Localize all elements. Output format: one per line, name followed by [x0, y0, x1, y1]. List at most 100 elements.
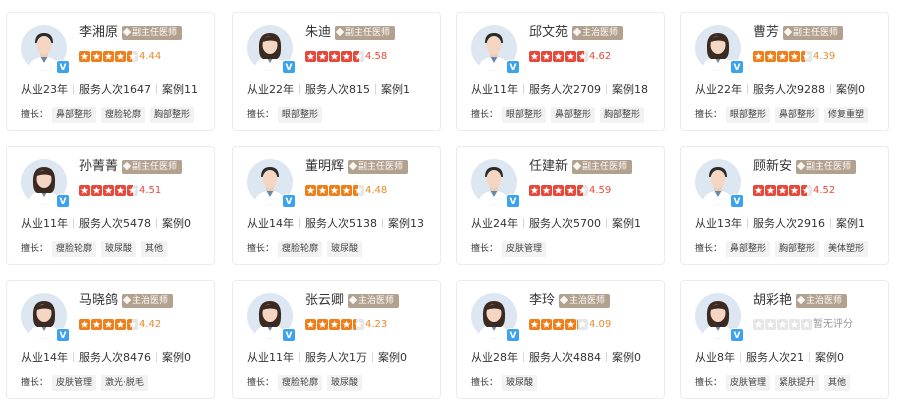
specialty-tag[interactable]: 胸部整形 — [775, 241, 820, 257]
doctor-name[interactable]: 邱文苑 — [529, 25, 568, 41]
case-count[interactable]: 案例18 — [612, 83, 648, 96]
divider — [606, 352, 607, 362]
case-count[interactable]: 案例1 — [381, 83, 410, 96]
star-icon — [801, 319, 812, 330]
star-icon — [91, 51, 102, 62]
doctor-avatar[interactable]: V — [471, 25, 520, 74]
case-count[interactable]: 案例1 — [836, 217, 865, 230]
specialty-tag[interactable]: 修复重塑 — [824, 107, 869, 123]
case-count[interactable]: 案例0 — [836, 83, 865, 96]
specialty-tag[interactable]: 胸部整形 — [600, 107, 645, 123]
doctor-card[interactable]: V 李玲 主治医师 4.09 从业28年 服务人次4884 案例0 擅长： 玻尿酸 — [456, 280, 665, 399]
doctor-name[interactable]: 胡彩艳 — [753, 293, 792, 309]
doctor-avatar[interactable]: V — [21, 293, 70, 342]
specialty-tag[interactable]: 玻尿酸 — [327, 241, 363, 257]
doctor-card[interactable]: V 马晓鸽 主治医师 4.42 从业14年 服务人次8476 案例0 擅长： 皮肤管理 激光·脱毛 — [6, 280, 215, 399]
rating-stars — [79, 185, 138, 198]
case-count[interactable]: 案例0 — [162, 351, 191, 364]
star-icon — [305, 51, 316, 62]
doctor-name[interactable]: 任建新 — [529, 159, 568, 175]
specialty-tag[interactable]: 瘦脸轮廓 — [278, 375, 323, 391]
rating-score: 4.23 — [365, 319, 388, 330]
specialty-tag[interactable]: 鼻部整形 — [775, 107, 820, 123]
specialty-tag[interactable]: 眼部整形 — [278, 107, 323, 123]
doctor-avatar[interactable]: V — [471, 293, 520, 342]
case-count[interactable]: 案例0 — [612, 351, 641, 364]
specialty-tag[interactable]: 瘦脸轮廓 — [52, 241, 97, 257]
rating-stars — [529, 319, 588, 332]
specialty-tag[interactable]: 胸部整形 — [150, 107, 195, 123]
specialty-tag[interactable]: 皮肤管理 — [726, 375, 771, 391]
doctor-name[interactable]: 朱迪 — [305, 25, 331, 41]
specialty-tag[interactable]: 激光·脱毛 — [101, 375, 148, 391]
case-count[interactable]: 案例11 — [162, 83, 198, 96]
years-of-practice: 从业22年 — [247, 83, 294, 96]
doctor-name[interactable]: 李湘原 — [79, 25, 118, 41]
doctor-title-badge: 副主任医师 — [122, 26, 183, 40]
doctor-name[interactable]: 张云卿 — [305, 293, 344, 309]
divider — [382, 218, 383, 228]
specialty-tag[interactable]: 玻尿酸 — [327, 375, 363, 391]
case-count[interactable]: 案例1 — [612, 217, 641, 230]
case-count[interactable]: 案例0 — [162, 217, 191, 230]
specialty-tag[interactable]: 皮肤管理 — [52, 375, 97, 391]
specialty-tag[interactable]: 紧肤提升 — [775, 375, 820, 391]
doctor-card[interactable]: V 任建新 副主任医师 4.59 从业24年 服务人次5700 案例1 擅长： 皮肤管理 — [456, 146, 665, 265]
service-count: 服务人次4884 — [529, 351, 601, 364]
specialty-tag[interactable]: 其他 — [824, 375, 851, 391]
doctor-name[interactable]: 曹芳 — [753, 25, 779, 41]
verified-icon: V — [282, 60, 296, 74]
doctor-avatar[interactable]: V — [21, 25, 70, 74]
doctor-title-badge: 主治医师 — [796, 294, 848, 308]
divider — [606, 218, 607, 228]
doctor-name[interactable]: 顾新安 — [753, 159, 792, 175]
doctor-card[interactable]: V 胡彩艳 主治医师 暂无评分 从业8年 服务人次21 案例0 擅长： 皮肤管理 紧肤提升 其他 — [680, 280, 889, 399]
doctor-avatar[interactable]: V — [471, 159, 520, 208]
specialty-tag[interactable]: 玻尿酸 — [502, 375, 538, 391]
doctor-name[interactable]: 马晓鸽 — [79, 293, 118, 309]
doctor-card[interactable]: V 张云卿 主治医师 4.23 从业11年 服务人次1万 案例0 擅长： 瘦脸轮廓 玻尿酸 — [232, 280, 441, 399]
star-icon — [577, 319, 588, 330]
case-count[interactable]: 案例0 — [378, 351, 407, 364]
doctor-avatar[interactable]: V — [247, 293, 296, 342]
doctor-title-badge: 副主任医师 — [122, 160, 183, 174]
years-of-practice: 从业11年 — [247, 351, 294, 364]
doctor-card[interactable]: V 董明辉 副主任医师 4.48 从业14年 服务人次5138 案例13 擅长： 瘦脸轮廓 玻尿酸 — [232, 146, 441, 265]
specialty-tag[interactable]: 瘦脸轮廓 — [101, 107, 146, 123]
specialty-tag[interactable]: 眼部整形 — [502, 107, 547, 123]
case-count[interactable]: 案例0 — [815, 351, 844, 364]
doctor-avatar[interactable]: V — [695, 293, 744, 342]
rating-score: 4.48 — [365, 185, 388, 196]
doctor-title-badge: 副主任医师 — [783, 26, 844, 40]
specialty-tag[interactable]: 鼻部整形 — [726, 241, 771, 257]
doctor-card[interactable]: V 孙菁菁 副主任医师 4.51 从业11年 服务人次5478 案例0 擅长： 瘦脸轮廓 玻尿酸其… — [6, 146, 215, 265]
divider — [809, 352, 810, 362]
specialty-label: 擅长： — [471, 244, 499, 254]
specialty-tag[interactable]: 眼部整形 — [726, 107, 771, 123]
divider — [299, 84, 300, 94]
case-count[interactable]: 案例13 — [388, 217, 424, 230]
specialty-tag[interactable]: 瘦脸轮廓 — [278, 241, 323, 257]
specialty-tag[interactable]: 鼻部整形 — [52, 107, 97, 123]
divider — [740, 352, 741, 362]
doctor-name[interactable]: 孙菁菁 — [79, 159, 118, 175]
doctor-card[interactable]: V 李湘原 副主任医师 4.44 从业23年 服务人次1647 案例11 擅长： 鼻部整形 瘦脸轮… — [6, 12, 215, 131]
star-icon — [553, 319, 564, 330]
specialty-tag[interactable]: 其他 — [141, 241, 168, 257]
doctor-avatar[interactable]: V — [247, 25, 296, 74]
doctor-name[interactable]: 李玲 — [529, 293, 555, 309]
doctor-stats: 从业28年 服务人次4884 案例0 — [471, 351, 641, 365]
specialty-tag[interactable]: 美体塑形 — [824, 241, 869, 257]
doctor-avatar[interactable]: V — [21, 159, 70, 208]
doctor-card[interactable]: V 邱文苑 主治医师 4.62 从业11年 服务人次2709 案例18 擅长： 眼部整形 鼻部整形… — [456, 12, 665, 131]
doctor-avatar[interactable]: V — [247, 159, 296, 208]
specialty-tag[interactable]: 皮肤管理 — [502, 241, 547, 257]
doctor-card[interactable]: V 顾新安 副主任医师 4.52 从业13年 服务人次2916 案例1 擅长： 鼻部整形 胸部整形… — [680, 146, 889, 265]
doctor-avatar[interactable]: V — [695, 159, 744, 208]
doctor-card[interactable]: V 朱迪 副主任医师 4.58 从业22年 服务人次815 案例1 擅长： 眼部整形 — [232, 12, 441, 131]
doctor-card[interactable]: V 曹芳 副主任医师 4.39 从业22年 服务人次9288 案例0 擅长： 眼部整形 鼻部整形修… — [680, 12, 889, 131]
doctor-avatar[interactable]: V — [695, 25, 744, 74]
specialty-tag[interactable]: 鼻部整形 — [551, 107, 596, 123]
doctor-name[interactable]: 董明辉 — [305, 159, 344, 175]
specialty-tag[interactable]: 玻尿酸 — [101, 241, 137, 257]
